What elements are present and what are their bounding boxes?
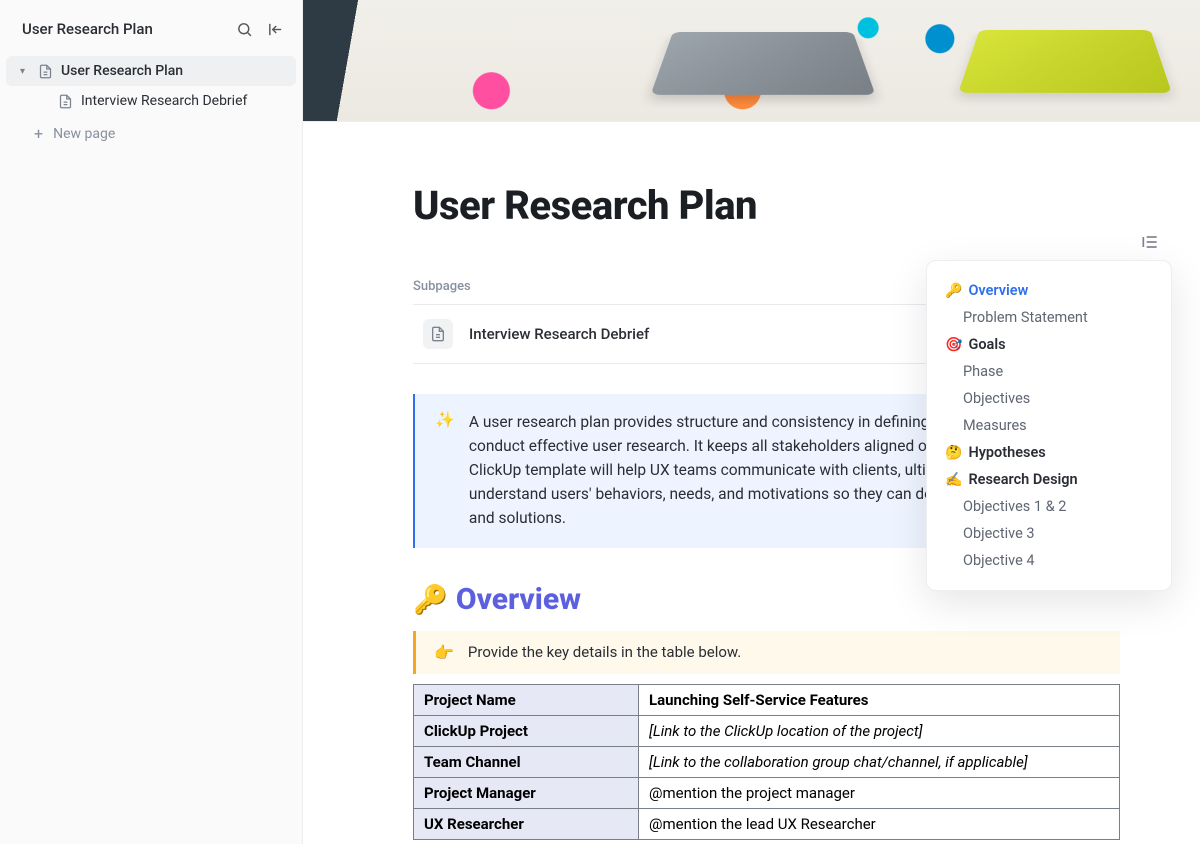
toc-label: Hypotheses [968, 444, 1045, 461]
doc-icon [58, 94, 73, 109]
table-value[interactable]: [Link to the collaboration group chat/ch… [639, 747, 1120, 778]
overview-hint-callout[interactable]: 👉 Provide the key details in the table b… [413, 631, 1120, 674]
new-page-label: New page [53, 126, 115, 142]
toc-item-overview[interactable]: 🔑 Overview [945, 277, 1153, 304]
toc-panel: 🔑 Overview Problem Statement 🎯 Goals Pha… [926, 260, 1172, 591]
table-label[interactable]: ClickUp Project [414, 716, 639, 747]
page-title[interactable]: User Research Plan [413, 182, 1120, 229]
tree-item-child[interactable]: Interview Research Debrief [6, 86, 296, 116]
plus-icon: + [34, 126, 43, 142]
new-page-button[interactable]: + New page [6, 116, 296, 152]
table-value[interactable]: @mention the project manager [639, 778, 1120, 809]
toc-label: Goals [968, 336, 1005, 353]
toc-item-goals[interactable]: 🎯 Goals [945, 331, 1153, 358]
toc-item-objective-4[interactable]: Objective 4 [945, 547, 1153, 574]
table-row: Project Name Launching Self-Service Feat… [414, 685, 1120, 716]
toc-label: Objective 4 [963, 552, 1035, 569]
table-value[interactable]: [Link to the ClickUp location of the pro… [639, 716, 1120, 747]
toc-item-hypotheses[interactable]: 🤔 Hypotheses [945, 439, 1153, 466]
table-value[interactable]: Launching Self-Service Features [639, 685, 1120, 716]
toc-label: Objectives 1 & 2 [963, 498, 1066, 515]
toc-label: Research Design [968, 471, 1077, 488]
table-label[interactable]: Project Name [414, 685, 639, 716]
toc-label: Phase [963, 363, 1003, 380]
table-value[interactable]: @mention the lead UX Researcher [639, 809, 1120, 840]
pointing-right-icon: 👉 [434, 643, 454, 662]
table-row: ClickUp Project [Link to the ClickUp loc… [414, 716, 1120, 747]
writing-icon: ✍️ [945, 472, 962, 488]
overview-heading-text: Overview [456, 582, 581, 617]
toc-item-problem-statement[interactable]: Problem Statement [945, 304, 1153, 331]
toc-label: Measures [963, 417, 1027, 434]
main: User Research Plan Subpages Interview Re… [303, 0, 1200, 844]
overview-table[interactable]: Project Name Launching Self-Service Feat… [413, 684, 1120, 840]
doc-icon [38, 64, 53, 79]
target-icon: 🎯 [945, 337, 962, 353]
toc-item-measures[interactable]: Measures [945, 412, 1153, 439]
sidebar: User Research Plan ▾ User Research Plan … [0, 0, 303, 844]
toc-label: Problem Statement [963, 309, 1088, 326]
toc-label: Overview [968, 282, 1028, 299]
toc-item-objective-3[interactable]: Objective 3 [945, 520, 1153, 547]
page-tree: ▾ User Research Plan Interview Research … [0, 56, 302, 152]
sparkles-icon: ✨ [435, 410, 455, 530]
table-row: Team Channel [Link to the collaboration … [414, 747, 1120, 778]
collapse-sidebar-icon[interactable] [267, 21, 284, 38]
search-icon[interactable] [236, 21, 253, 38]
cover-image[interactable] [303, 0, 1200, 122]
table-label[interactable]: UX Researcher [414, 809, 639, 840]
caret-down-icon[interactable]: ▾ [20, 66, 30, 77]
overview-hint-text: Provide the key details in the table bel… [468, 643, 741, 662]
tree-item-label: User Research Plan [61, 63, 183, 79]
thinking-icon: 🤔 [945, 445, 962, 461]
toc-label: Objective 3 [963, 525, 1035, 542]
tree-item-root[interactable]: ▾ User Research Plan [6, 56, 296, 86]
table-row: Project Manager @mention the project man… [414, 778, 1120, 809]
toc-toggle-icon[interactable] [1140, 232, 1160, 256]
key-icon: 🔑 [945, 283, 962, 299]
table-label[interactable]: Project Manager [414, 778, 639, 809]
toc-item-objectives[interactable]: Objectives [945, 385, 1153, 412]
tree-item-label: Interview Research Debrief [81, 93, 247, 109]
table-row: UX Researcher @mention the lead UX Resea… [414, 809, 1120, 840]
toc-item-objectives-1-2[interactable]: Objectives 1 & 2 [945, 493, 1153, 520]
subpage-title: Interview Research Debrief [469, 325, 649, 343]
toc-item-research-design[interactable]: ✍️ Research Design [945, 466, 1153, 493]
doc-icon [423, 319, 453, 349]
table-label[interactable]: Team Channel [414, 747, 639, 778]
sidebar-title: User Research Plan [22, 20, 153, 38]
toc-item-phase[interactable]: Phase [945, 358, 1153, 385]
toc-label: Objectives [963, 390, 1030, 407]
key-icon: 🔑 [413, 583, 448, 616]
sidebar-header: User Research Plan [0, 10, 302, 56]
